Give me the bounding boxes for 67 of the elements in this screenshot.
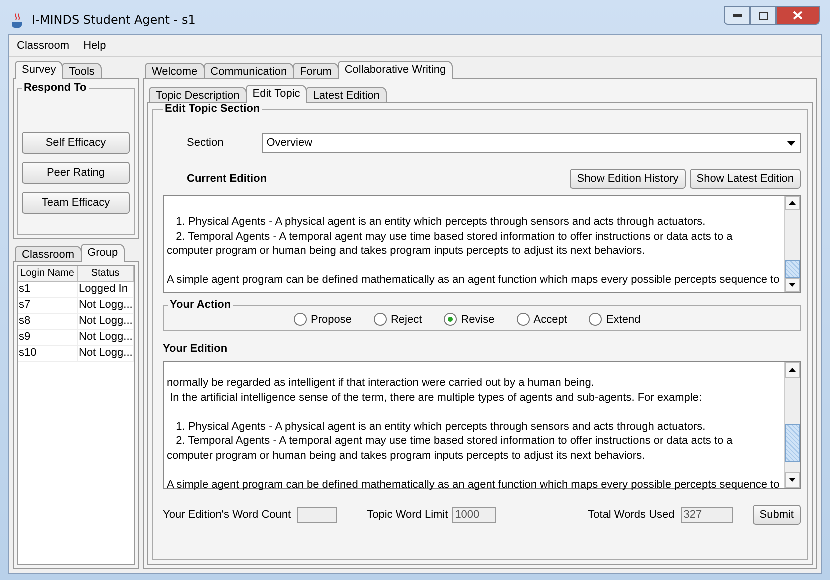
table-cell: s8: [18, 314, 78, 330]
total-words-label: Total Words Used: [588, 509, 675, 521]
edition-button[interactable]: Show Latest Edition: [690, 169, 801, 189]
menu-item[interactable]: Help: [84, 40, 106, 52]
tab[interactable]: Edit Topic: [246, 85, 308, 103]
radio-button[interactable]: Accept: [516, 313, 568, 326]
section-label: Section: [187, 137, 224, 149]
word-limit-field: 1000: [452, 507, 496, 523]
radio-button[interactable]: Reject: [374, 313, 422, 326]
group-title: Your Action: [169, 299, 232, 311]
survey-button[interactable]: Self Efficacy: [22, 132, 130, 154]
survey-button[interactable]: Team Efficacy: [22, 192, 130, 214]
minimize-icon: [732, 14, 742, 17]
radio-button[interactable]: Revise: [444, 313, 495, 326]
table-cell: Logged In: [78, 282, 134, 298]
scrollbar-thumb[interactable]: [785, 260, 800, 278]
scrollbar[interactable]: [784, 362, 800, 488]
up-arrow-icon: [789, 201, 796, 205]
group-title: Respond To: [23, 82, 88, 94]
edition-button[interactable]: Show Edition History: [570, 169, 686, 189]
column-header[interactable]: Status: [78, 266, 134, 282]
close-button[interactable]: [776, 6, 820, 25]
section-title: Edit Topic Section: [164, 103, 262, 115]
tab[interactable]: Collaborative Writing: [338, 61, 454, 79]
scrollbar-thumb[interactable]: [785, 424, 800, 462]
table-cell: Not Logg...: [78, 314, 134, 330]
tab[interactable]: Latest Edition: [306, 87, 387, 103]
maximize-button[interactable]: [750, 6, 776, 25]
table-cell: Not Logg...: [78, 298, 134, 314]
your-edition-heading: Your Edition: [163, 343, 228, 355]
radio-button[interactable]: Propose: [294, 313, 352, 326]
tab[interactable]: Forum: [293, 63, 339, 79]
minimize-button[interactable]: [724, 6, 750, 25]
column-header[interactable]: Login Name: [18, 266, 78, 282]
survey-button[interactable]: Peer Rating: [22, 162, 130, 184]
tab[interactable]: Communication: [204, 63, 294, 79]
maximize-icon: [758, 12, 768, 20]
down-arrow-icon: [789, 283, 796, 287]
tab[interactable]: Survey: [15, 61, 64, 79]
tab[interactable]: Welcome: [145, 63, 205, 79]
dropdown-arrow-icon: [787, 140, 796, 146]
menu-item[interactable]: Classroom: [17, 40, 70, 52]
word-count-label: Your Edition's Word Count: [163, 509, 292, 521]
section-dropdown[interactable]: Overview: [262, 133, 801, 153]
radio-button[interactable]: Extend: [589, 313, 641, 326]
total-words-field: 327: [680, 507, 733, 523]
window-title: I-MINDS Student Agent - s1: [32, 13, 196, 27]
table-cell: s9: [18, 330, 78, 346]
table-cell: Not Logg...: [78, 346, 134, 362]
tab[interactable]: Classroom: [15, 246, 82, 262]
table-cell: s7: [18, 298, 78, 314]
word-count-field: [297, 507, 338, 523]
tab[interactable]: Topic Description: [149, 87, 247, 103]
scrollbar[interactable]: [784, 196, 800, 292]
up-arrow-icon: [789, 368, 796, 372]
word-limit-label: Topic Word Limit: [367, 509, 448, 521]
tab[interactable]: Group: [80, 244, 126, 262]
close-icon: [793, 11, 803, 20]
table-cell: s10: [18, 346, 78, 362]
down-arrow-icon: [789, 478, 796, 482]
your-edition-text[interactable]: normally be regarded as intelligent if that interaction were carried out by a human being. In the artificial intelligence sense of the term, there are multiple types of agents and sub-agents. For example: 1. Physical Agents - A physical agent is an entity which percepts through sensors and acts through actuators. 2. Temporal Agents - A temporal agent may use time based stored information to offer instructions or data acts to a computer program or human being and takes program inputs percepts to adjust its next behaviors. A simple agent program can be defined mathematically as an agent function which maps every possible percepts sequence to: [163, 361, 801, 489]
submit-button[interactable]: Submit: [752, 505, 801, 525]
tab[interactable]: Tools: [62, 63, 102, 79]
current-edition-heading: Current Edition: [187, 173, 268, 185]
current-edition-text[interactable]: 1. Physical Agents - A physical agent is an entity which percepts through sensors and acts through actuators. 2. Temporal Agents - A temporal agent may use time based stored information to offer instructions or data acts to a computer program or human being and takes program inputs percepts to adjust its next behaviors. A simple agent program can be defined mathematically as an agent function which maps every possible percepts sequence to: [163, 195, 801, 293]
table-cell: s1: [18, 282, 78, 298]
table-cell: Not Logg...: [78, 330, 134, 346]
